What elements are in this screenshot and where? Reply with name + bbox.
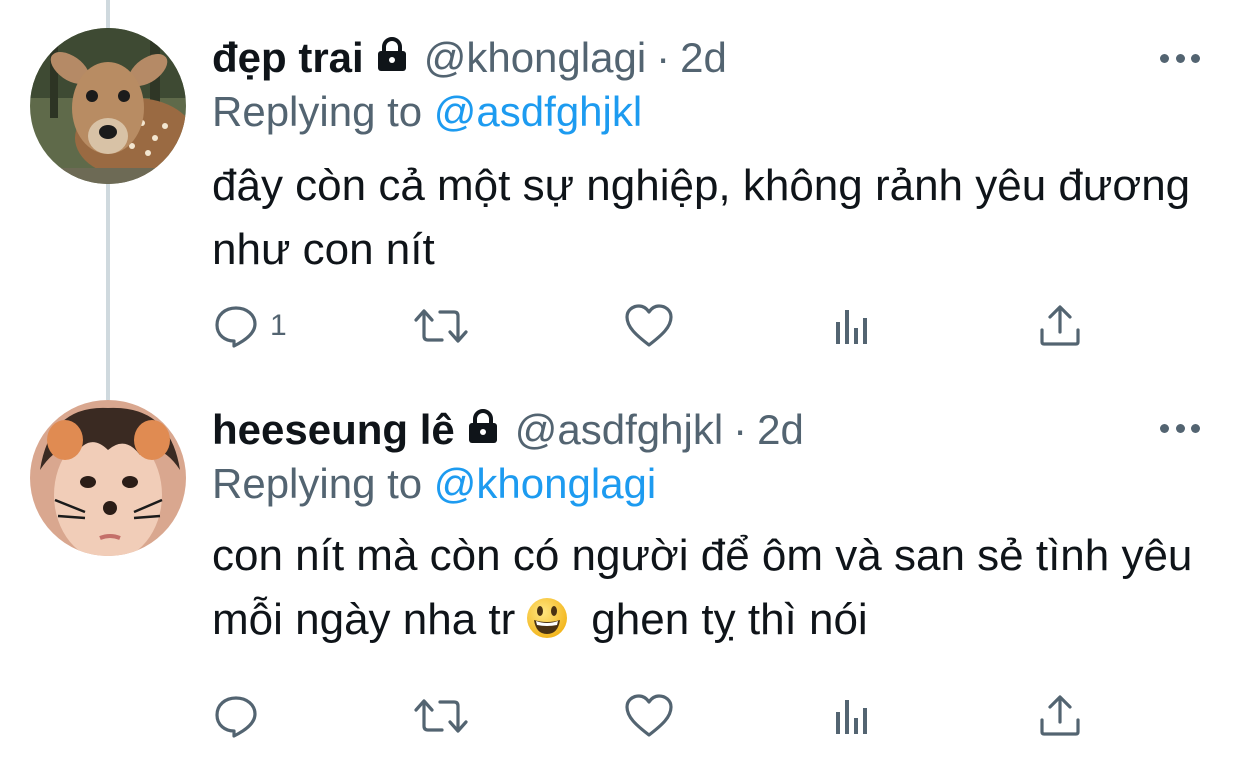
separator-dot: · [656,34,671,81]
tweet-header: đẹp trai @khonglagi · 2d [212,28,727,88]
reply-count: 1 [270,309,287,342]
timestamp[interactable]: 2d [680,28,727,88]
retweet-icon [414,699,468,733]
action-bar: 1 [0,296,1242,356]
more-options-icon[interactable] [1160,52,1200,64]
tweet[interactable]: heeseung lê @asdfghjkl · 2d Replying to … [0,380,1242,763]
replying-to: Replying to @khonglagi [212,456,656,512]
analytics-button[interactable] [832,686,876,746]
display-name[interactable]: heeseung lê [212,400,455,460]
retweet-icon [414,309,468,343]
share-icon [1040,305,1080,346]
avatar[interactable] [30,28,186,184]
cat-face-person-avatar-icon [30,400,186,556]
retweet-button[interactable] [412,296,470,356]
mention-link[interactable]: @asdfghjkl [434,88,642,135]
handle[interactable]: @asdfghjkl [515,400,723,460]
separator-dot: · [733,406,748,453]
timestamp[interactable]: 2d [757,400,804,460]
action-bar [0,686,1242,746]
heart-icon [625,694,673,737]
replying-to-label: Replying to [212,88,423,135]
lock-icon [374,28,410,88]
avatar[interactable] [30,400,186,556]
reply-button[interactable] [212,686,270,746]
more-options-icon[interactable] [1160,422,1200,434]
tweet-text: con nít mà còn có người để ôm và san sẻ … [212,524,1212,658]
analytics-button[interactable] [832,296,876,356]
replying-to-label: Replying to [212,460,423,507]
tweet-text: đây còn cả một sự nghiệp, không rảnh yêu… [212,161,1191,274]
share-icon [1040,695,1080,736]
analytics-icon [836,700,867,734]
like-button[interactable] [624,296,674,356]
share-button[interactable] [1036,686,1084,746]
reply-icon [215,306,257,348]
reply-button[interactable]: 1 [212,296,287,356]
heart-icon [625,304,673,347]
display-name[interactable]: đẹp trai [212,28,364,88]
reply-icon [215,696,257,738]
handle[interactable]: @khonglagi [424,28,646,88]
deer-avatar-icon [30,28,186,184]
grinning-face-emoji [525,594,569,658]
tweet-header: heeseung lê @asdfghjkl · 2d [212,400,804,460]
tweet-text-part: ghen tỵ thì nói [591,595,868,644]
analytics-icon [836,310,867,344]
mention-link[interactable]: @khonglagi [434,460,656,507]
tweet[interactable]: đẹp trai @khonglagi · 2d Replying to @as… [0,0,1242,380]
retweet-button[interactable] [412,686,470,746]
lock-icon [465,400,501,460]
replying-to: Replying to @asdfghjkl [212,84,642,140]
like-button[interactable] [624,686,674,746]
share-button[interactable] [1036,296,1084,356]
